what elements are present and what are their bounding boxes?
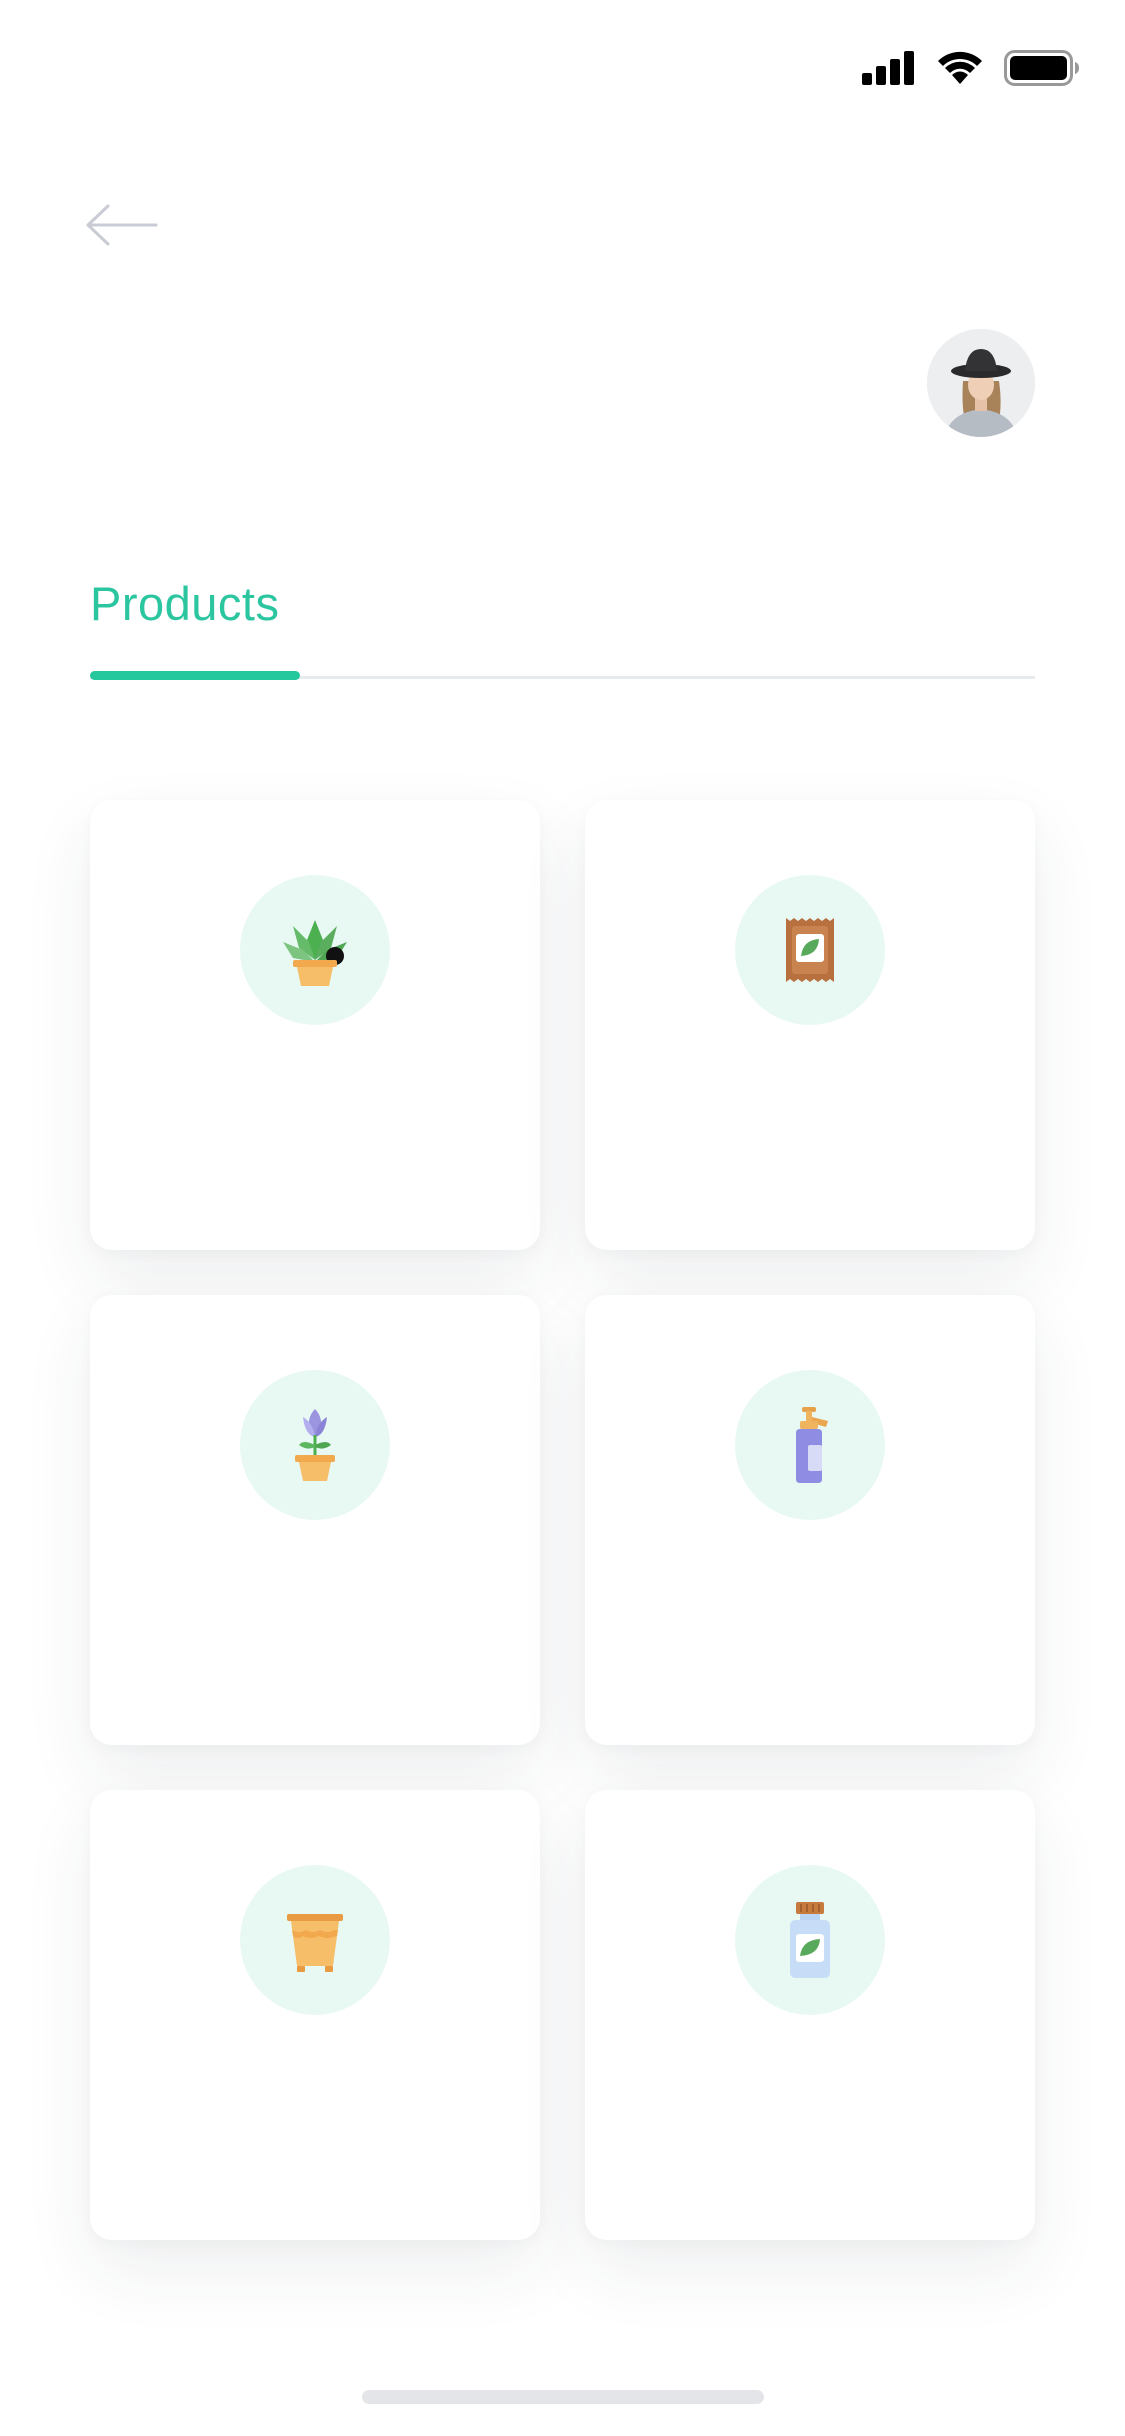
product-card-fertilizer[interactable]: [585, 1790, 1035, 2240]
app-screen: Products: [0, 0, 1125, 2436]
user-avatar-photo: [927, 329, 1035, 437]
product-icon-badge: [240, 1370, 390, 1520]
product-card-soil[interactable]: [585, 800, 1035, 1250]
battery-icon: [1004, 50, 1079, 86]
product-card-plant[interactable]: [90, 800, 540, 1250]
home-indicator[interactable]: [362, 2390, 764, 2404]
tab-active-indicator: [90, 671, 300, 680]
product-icon-badge: [735, 875, 885, 1025]
product-card-pot[interactable]: [90, 1790, 540, 2240]
flower-pot-icon: [295, 1409, 335, 1481]
tab-products[interactable]: Products: [90, 560, 279, 648]
product-card-flower[interactable]: [90, 1295, 540, 1745]
wifi-icon: [938, 51, 982, 84]
status-bar: [862, 48, 1080, 88]
soil-bag-icon: [786, 918, 834, 982]
potted-plant-icon: [283, 920, 347, 986]
product-icon-badge: [735, 1370, 885, 1520]
spray-bottle-icon: [796, 1407, 828, 1483]
tab-bar: Products: [90, 560, 1035, 680]
arrow-left-icon: [86, 204, 158, 246]
signal-icon: [862, 51, 914, 85]
product-icon-badge: [735, 1865, 885, 2015]
avatar[interactable]: [927, 329, 1035, 437]
product-icon-badge: [240, 1865, 390, 2015]
fertilizer-jar-icon: [790, 1902, 830, 1978]
product-grid: [90, 800, 1035, 2240]
product-icon-badge: [240, 875, 390, 1025]
back-button[interactable]: [84, 202, 158, 248]
empty-pot-icon: [287, 1914, 343, 1972]
product-card-spray[interactable]: [585, 1295, 1035, 1745]
